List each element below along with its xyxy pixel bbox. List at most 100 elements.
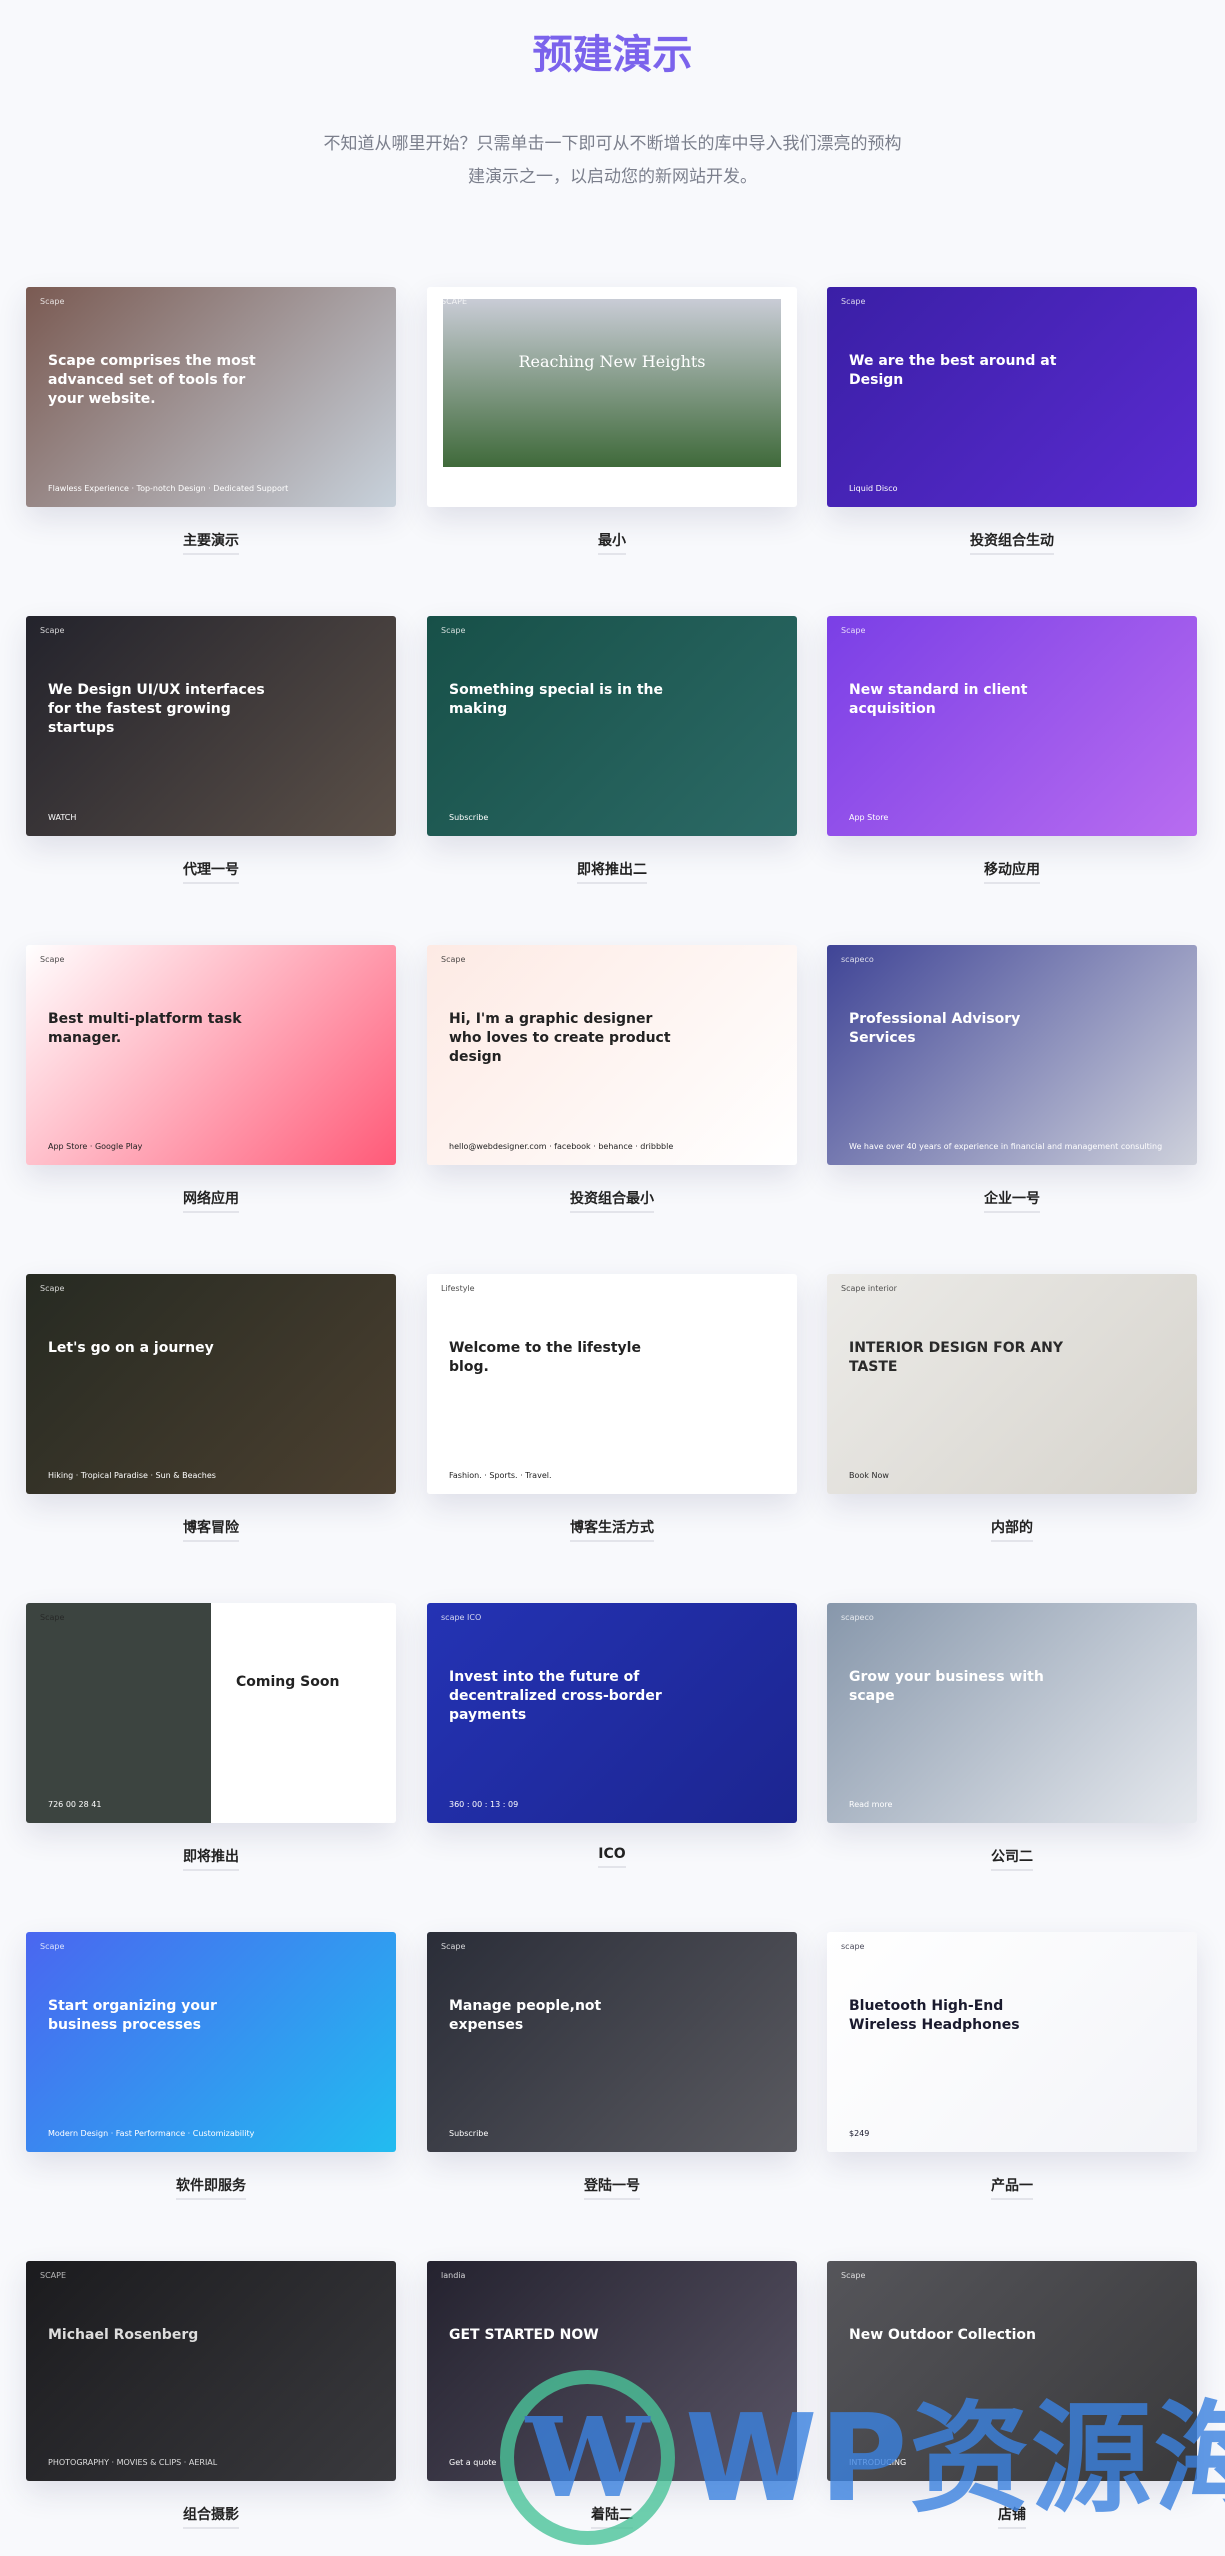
demo-card[interactable]: scape Bluetooth High-End Wireless Headpho…: [827, 1932, 1197, 2152]
demo-detail: INTRODUCING: [849, 2458, 907, 2467]
demo-card[interactable]: Scape We Design UI/UX interfaces for the …: [26, 616, 396, 836]
demo-label[interactable]: 店铺: [827, 2504, 1197, 2529]
demo-headline: Let's go on a journey: [48, 1340, 214, 1356]
demo-nav-logo: Scape: [441, 626, 466, 635]
demo-label[interactable]: 博客生活方式: [427, 1517, 797, 1542]
demo-label[interactable]: ICO: [427, 1846, 797, 1868]
demo-detail: Get a quote: [449, 2458, 497, 2467]
demo-nav-logo: Scape: [841, 297, 866, 306]
demo-label[interactable]: 博客冒险: [26, 1517, 396, 1542]
demo-headline: Scape comprises the most advanced set of…: [48, 353, 256, 407]
demo-nav-logo: Scape: [441, 1942, 466, 1951]
demo-label[interactable]: 组合摄影: [26, 2504, 396, 2529]
demo-nav-logo: Scape: [40, 955, 65, 964]
demo-label-text: 主要演示: [183, 533, 239, 555]
demo-nav-logo: Scape: [40, 1613, 65, 1622]
demo-label[interactable]: 内部的: [827, 1517, 1197, 1542]
demo-card[interactable]: Scape We are the best around at Design Liq…: [827, 287, 1197, 507]
demo-detail: Subscribe: [449, 2129, 489, 2138]
demo-headline: Reaching New Heights: [518, 352, 706, 371]
demo-headline: GET STARTED NOW: [449, 2327, 599, 2343]
demo-card[interactable]: Scape Start organizing your business proc…: [26, 1932, 396, 2152]
demo-label-text: 登陆一号: [584, 2178, 640, 2200]
demo-nav-logo: scapeco: [841, 955, 874, 964]
demo-nav-logo: Scape interior: [841, 1284, 897, 1293]
demo-headline: Coming Soon: [236, 1674, 340, 1690]
demo-label[interactable]: 即将推出: [26, 1846, 396, 1871]
demo-card[interactable]: Scape New Outdoor Collection INTRODUCING: [827, 2261, 1197, 2481]
demo-nav-logo: scape ICO: [441, 1613, 482, 1622]
demo-detail: Flawless Experience · Top-notch Design ·…: [48, 484, 289, 493]
demo-headline: New Outdoor Collection: [849, 2327, 1036, 2343]
demo-nav-logo: SCAPE: [40, 2271, 67, 2280]
demo-detail: Book Now: [849, 1471, 889, 1480]
demo-nav-logo: scape: [841, 1942, 865, 1951]
demo-label[interactable]: 主要演示: [26, 530, 396, 555]
demo-label[interactable]: 产品一: [827, 2175, 1197, 2200]
demo-label-text: 产品一: [991, 2178, 1033, 2200]
demo-detail: Modern Design · Fast Performance · Custo…: [48, 2129, 255, 2138]
demo-card[interactable]: Scape Let's go on a journey Hiking · Tropi…: [26, 1274, 396, 1494]
demo-card[interactable]: Lifestyle Welcome to the lifestyle blog. F…: [427, 1274, 797, 1494]
demo-card[interactable]: scape ICO Invest into the future of decen…: [427, 1603, 797, 1823]
demo-nav-logo: Scape: [841, 2271, 866, 2280]
demo-nav-logo: Scape: [40, 626, 65, 635]
demo-detail: 726 00 28 41: [48, 1800, 102, 1809]
demo-label-text: 投资组合最小: [570, 1191, 654, 1213]
demo-label[interactable]: 投资组合生动: [827, 530, 1197, 555]
demo-card[interactable]: scapeco Grow your business with scape Read…: [827, 1603, 1197, 1823]
demo-headline: Best multi-platform task manager.: [48, 1011, 242, 1046]
demo-card[interactable]: Scape Coming Soon 726 00 28 41: [26, 1603, 396, 1823]
demo-card[interactable]: Scape Hi, I'm a graphic designer who love…: [427, 945, 797, 1165]
subtitle-line: 不知道从哪里开始？只需单击一下即可从不断增长的库中导入我们漂亮的预构: [323, 134, 902, 154]
demo-label[interactable]: 企业一号: [827, 1188, 1197, 1213]
demo-label-text: 博客生活方式: [570, 1520, 654, 1542]
demo-label-text: 组合摄影: [183, 2507, 239, 2529]
demo-label[interactable]: 着陆二: [427, 2504, 797, 2529]
demo-detail: Read more: [849, 1800, 893, 1809]
demo-nav-logo: Scape: [441, 955, 466, 964]
demo-label[interactable]: 公司二: [827, 1846, 1197, 1871]
demo-card[interactable]: SCAPE Reaching New Heights PATERSON · DRIB…: [427, 287, 797, 507]
demo-card[interactable]: landia GET STARTED NOW Get a quote: [427, 2261, 797, 2481]
subtitle-line: 建演示之一，以启动您的新网站开发。: [468, 167, 757, 187]
demo-nav-logo: Lifestyle: [441, 1284, 475, 1293]
demo-nav-logo: Scape: [40, 297, 65, 306]
demo-detail: hello@webdesigner.com · facebook · behan…: [449, 1142, 674, 1151]
demo-detail: Fashion. · Sports. · Travel.: [449, 1471, 552, 1480]
demo-detail: WATCH: [48, 813, 77, 822]
demo-nav-logo: scapeco: [841, 1613, 874, 1622]
demo-card[interactable]: Scape Best multi-platform task manager. Ap…: [26, 945, 396, 1165]
demo-card[interactable]: scapeco Professional Advisory Services We …: [827, 945, 1197, 1165]
demo-label[interactable]: 网络应用: [26, 1188, 396, 1213]
demo-label[interactable]: 即将推出二: [427, 859, 797, 884]
demo-label-text: 移动应用: [984, 862, 1040, 884]
demo-label-text: 代理一号: [183, 862, 239, 884]
demo-preview-image: [443, 299, 781, 467]
demo-label[interactable]: 最小: [427, 530, 797, 555]
demo-card[interactable]: Scape Manage people,not expenses Subscribe: [427, 1932, 797, 2152]
demo-card[interactable]: SCAPE Michael Rosenberg PHOTOGRAPHY · MOVI…: [26, 2261, 396, 2481]
demo-label[interactable]: 移动应用: [827, 859, 1197, 884]
demo-label-text: 着陆二: [591, 2507, 633, 2529]
demo-headline: Hi, I'm a graphic designer who loves to …: [449, 1011, 671, 1065]
page-subtitle: 不知道从哪里开始？只需单击一下即可从不断增长的库中导入我们漂亮的预构 建演示之一…: [300, 128, 925, 194]
demo-headline: Welcome to the lifestyle blog.: [449, 1340, 641, 1375]
demo-label[interactable]: 登陆一号: [427, 2175, 797, 2200]
demo-card[interactable]: Scape Scape comprises the most advanced s…: [26, 287, 396, 507]
demo-card[interactable]: Scape Something special is in the making S…: [427, 616, 797, 836]
demo-label-text: 投资组合生动: [970, 533, 1054, 555]
demo-card[interactable]: Scape New standard in client acquisition A…: [827, 616, 1197, 836]
demo-label[interactable]: 投资组合最小: [427, 1188, 797, 1213]
demo-label-text: 店铺: [998, 2507, 1026, 2529]
demo-label-text: 企业一号: [984, 1191, 1040, 1213]
demo-headline: Start organizing your business processes: [48, 1998, 217, 2033]
demo-label[interactable]: 软件即服务: [26, 2175, 396, 2200]
demo-detail: PATERSON · DRIBBLE · BEHANCE: [449, 484, 580, 493]
demo-headline: We Design UI/UX interfaces for the faste…: [48, 682, 265, 736]
demo-detail: Liquid Disco: [849, 484, 898, 493]
demo-detail: PHOTOGRAPHY · MOVIES & CLIPS · AERIAL: [48, 2458, 218, 2467]
demo-label[interactable]: 代理一号: [26, 859, 396, 884]
demo-nav-logo: Scape: [841, 626, 866, 635]
demo-card[interactable]: Scape interior INTERIOR DESIGN FOR ANY TA…: [827, 1274, 1197, 1494]
